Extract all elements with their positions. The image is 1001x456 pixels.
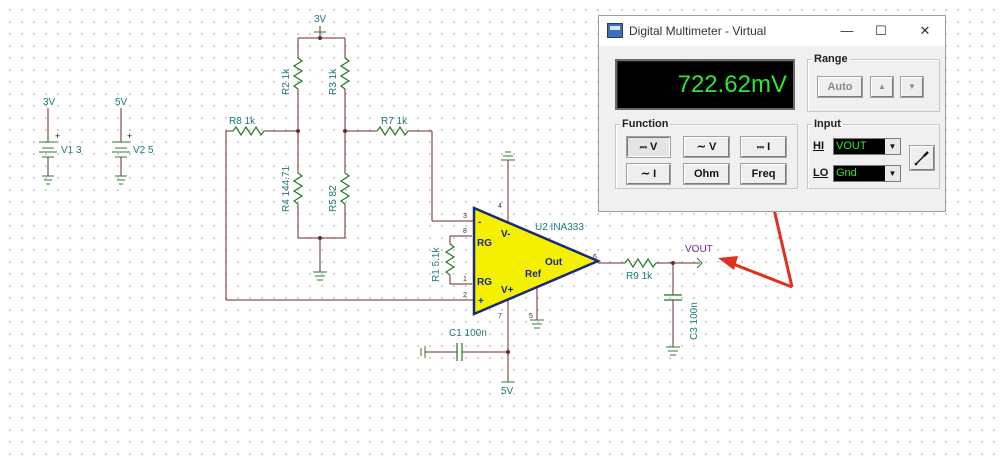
v1-source[interactable]: 3V + V1 3 xyxy=(39,97,82,185)
opamp-vminus: V- xyxy=(501,229,510,240)
hi-select[interactable]: VOUT ▼ xyxy=(833,138,901,155)
range-title: Range xyxy=(812,53,850,65)
pin-4: 4 xyxy=(498,203,502,210)
dc-icon: ⎓ xyxy=(756,142,765,152)
vout-terminal[interactable]: VOUT xyxy=(685,244,713,269)
ac-icon: ∼ xyxy=(696,141,706,153)
lo-select[interactable]: Gnd ▼ xyxy=(833,165,901,182)
hi-select-value: VOUT xyxy=(836,140,867,152)
r9-resistor[interactable]: R9 1k xyxy=(624,257,657,282)
r2-resistor[interactable]: R2 1k xyxy=(281,38,304,131)
probe-icon xyxy=(914,151,929,166)
function-title: Function xyxy=(620,118,671,130)
r8-label: R8 1k xyxy=(229,116,256,127)
svg-text:+: + xyxy=(127,131,132,141)
opamp-plus: + xyxy=(478,296,484,307)
c1-capacitor[interactable]: C1 100n xyxy=(420,328,508,361)
r7-resistor[interactable]: R7 1k xyxy=(345,116,432,137)
r5-resistor[interactable]: R5 82 xyxy=(328,131,351,238)
r1-label: R1 5.1k xyxy=(431,247,442,282)
r3-resistor[interactable]: R3 1k xyxy=(328,38,351,131)
range-auto-button[interactable]: Auto xyxy=(817,76,863,98)
freq-button[interactable]: Freq xyxy=(740,163,787,185)
ohm-button[interactable]: Ohm xyxy=(683,163,730,185)
opamp-minus: - xyxy=(478,217,481,228)
range-down-button[interactable]: ▼ xyxy=(900,76,924,98)
ac-voltage-button[interactable]: ∼ V xyxy=(683,136,730,158)
r4-label: R4 144.71 xyxy=(281,165,292,212)
hi-label: HI xyxy=(813,140,824,152)
u2-label: U2 INA333 xyxy=(535,222,584,233)
bottom-supply-label: 5V xyxy=(501,386,514,397)
r8-resistor[interactable]: R8 1k xyxy=(226,116,298,137)
pin-1: 1 xyxy=(463,276,467,283)
pin-6: 6 xyxy=(593,254,597,261)
r5-label: R5 82 xyxy=(328,185,339,212)
dc-current-label: I xyxy=(767,141,771,153)
opamp-vplus: V+ xyxy=(501,285,514,296)
chevron-down-icon[interactable]: ▼ xyxy=(885,166,900,181)
vout-label: VOUT xyxy=(685,244,713,255)
ac-current-label: I xyxy=(653,168,657,180)
pin-2: 2 xyxy=(463,292,467,299)
pin-5: 5 xyxy=(529,313,533,320)
multimeter-app-icon xyxy=(607,23,623,38)
chevron-down-icon[interactable]: ▼ xyxy=(885,139,900,154)
opamp-ref: Ref xyxy=(525,269,542,280)
opamp-out: Out xyxy=(545,257,563,268)
v1-label: V1 3 xyxy=(61,145,82,156)
v2-supply-label: 5V xyxy=(115,97,128,108)
svg-text:+: + xyxy=(55,131,60,141)
r7-label: R7 1k xyxy=(381,116,408,127)
range-up-button[interactable]: ▲ xyxy=(870,76,894,98)
dc-current-button[interactable]: ⎓ I xyxy=(740,136,787,158)
maximize-button[interactable]: ☐ xyxy=(861,16,901,46)
opamp-rg-bottom: RG xyxy=(477,277,492,288)
annotation-arrow-to-vout xyxy=(718,256,793,289)
ac-icon: ∼ xyxy=(640,168,651,180)
r3-label: R3 1k xyxy=(328,68,339,95)
r9-label: R9 1k xyxy=(626,271,653,282)
meter-reading: 722.62mV xyxy=(677,71,787,98)
top-supply-label: 3V xyxy=(314,14,327,25)
input-group: Input HI VOUT ▼ LO Gnd ▼ xyxy=(807,118,940,189)
window-title: Digital Multimeter - Virtual xyxy=(629,24,767,38)
meter-display: 722.62mV xyxy=(615,59,795,110)
lo-label: LO xyxy=(813,167,829,179)
window-titlebar[interactable]: Digital Multimeter - Virtual — ☐ ✕ xyxy=(599,16,945,46)
function-group: Function ⎓ V ∼ V ⎓ I ∼ I Ohm Freq xyxy=(615,118,798,189)
r4-resistor[interactable]: R4 144.71 xyxy=(281,131,304,238)
pin-8: 8 xyxy=(463,228,467,235)
v2-label: V2 5 xyxy=(133,145,154,156)
input-title: Input xyxy=(812,118,843,130)
pin-3: 3 xyxy=(463,213,467,220)
dc-voltage-button[interactable]: ⎓ V xyxy=(626,136,671,158)
probe-button[interactable] xyxy=(909,145,935,171)
ac-current-button[interactable]: ∼ I xyxy=(626,163,671,185)
c3-capacitor[interactable]: C3 100n xyxy=(664,263,700,356)
close-button[interactable]: ✕ xyxy=(905,16,945,46)
c3-label: C3 100n xyxy=(689,302,700,340)
ac-voltage-label: V xyxy=(708,141,717,153)
opamp-rg-top: RG xyxy=(477,238,492,249)
pin-7: 7 xyxy=(498,313,502,320)
dc-icon: ⎓ xyxy=(639,142,647,152)
lo-select-value: Gnd xyxy=(836,167,857,179)
v2-source[interactable]: 5V + V2 5 xyxy=(112,97,154,185)
multimeter-window[interactable]: Digital Multimeter - Virtual — ☐ ✕ 722.6… xyxy=(598,15,946,212)
dc-voltage-label: V xyxy=(649,141,658,153)
range-group: Range Auto ▲ ▼ xyxy=(807,53,940,112)
v1-supply-label: 3V xyxy=(43,97,56,108)
r2-label: R2 1k xyxy=(281,68,292,95)
c1-label: C1 100n xyxy=(449,328,487,339)
